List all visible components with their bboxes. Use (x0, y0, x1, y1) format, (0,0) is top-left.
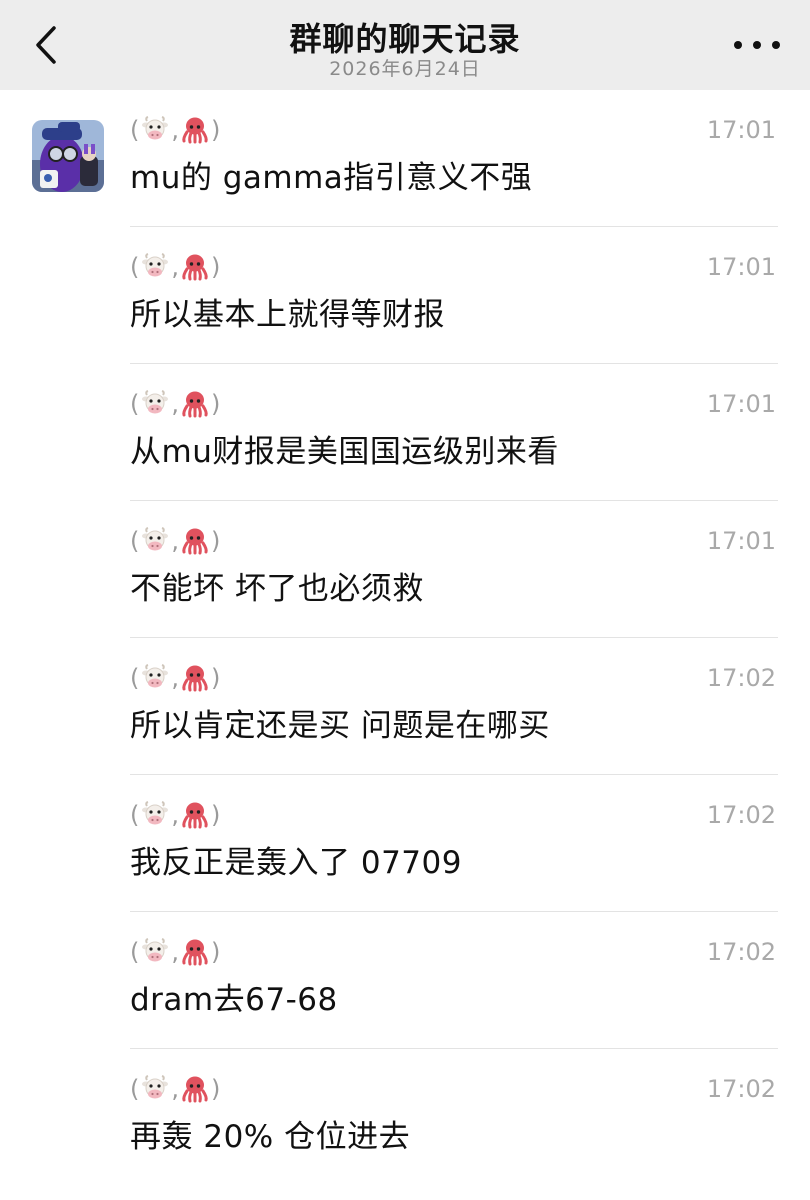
octopus-icon (182, 1076, 208, 1103)
sender-name: (,) (130, 1075, 220, 1103)
sender-separator: , (171, 116, 180, 144)
cow-face-icon (142, 527, 169, 551)
sender-separator: , (171, 664, 180, 692)
cow-face-icon (142, 664, 169, 688)
sender-suffix: ) (211, 664, 221, 692)
sender-prefix: ( (130, 390, 140, 418)
message-time: 17:02 (706, 938, 776, 966)
cow-face-icon (142, 390, 169, 414)
message-divider (130, 637, 778, 638)
message-text: 我反正是轰入了 07709 (130, 845, 462, 881)
octopus-icon (182, 665, 208, 692)
avatar[interactable] (32, 120, 104, 192)
sender-separator: , (171, 938, 180, 966)
message-time: 17:01 (706, 253, 776, 281)
sender-separator: , (171, 253, 180, 281)
more-dot (772, 41, 780, 49)
message-text: dram去67-68 (130, 982, 338, 1018)
nav-bar: 群聊的聊天记录 2026年6月24日 (0, 0, 810, 90)
octopus-icon (182, 939, 208, 966)
sender-suffix: ) (211, 801, 221, 829)
sender-separator: , (171, 527, 180, 555)
sender-name: (,) (130, 253, 220, 281)
sender-suffix: ) (211, 1075, 221, 1103)
message-time: 17:02 (706, 801, 776, 829)
octopus-icon (182, 391, 208, 418)
octopus-icon (182, 528, 208, 555)
message-time: 17:02 (706, 664, 776, 692)
sender-suffix: ) (211, 938, 221, 966)
sender-name: (,) (130, 116, 220, 144)
sender-name: (,) (130, 664, 220, 692)
cow-face-icon (142, 938, 169, 962)
message-time: 17:02 (706, 1075, 776, 1103)
more-dot (753, 41, 761, 49)
message-text: 从mu财报是美国国运级别来看 (130, 434, 559, 470)
sender-suffix: ) (211, 527, 221, 555)
message-divider (130, 500, 778, 501)
sender-name: (,) (130, 938, 220, 966)
sender-suffix: ) (211, 253, 221, 281)
cow-face-icon (142, 253, 169, 277)
cow-face-icon (142, 116, 169, 140)
message-time: 17:01 (706, 116, 776, 144)
message-text: 不能坏 坏了也必须救 (130, 571, 424, 607)
sender-prefix: ( (130, 116, 140, 144)
octopus-icon (182, 254, 208, 281)
sender-prefix: ( (130, 1075, 140, 1103)
sender-suffix: ) (211, 116, 221, 144)
message-text: 再轰 20% 仓位进去 (130, 1119, 411, 1155)
sender-separator: , (171, 1075, 180, 1103)
sender-separator: , (171, 801, 180, 829)
message-divider (130, 226, 778, 227)
octopus-icon (182, 802, 208, 829)
message-time: 17:01 (706, 390, 776, 418)
more-dot (734, 41, 742, 49)
message-text: 所以肯定还是买 问题是在哪买 (130, 708, 550, 744)
octopus-icon (182, 117, 208, 144)
more-button[interactable] (734, 28, 780, 62)
message-divider (130, 363, 778, 364)
sender-prefix: ( (130, 527, 140, 555)
message-divider (130, 911, 778, 912)
sender-name: (,) (130, 527, 220, 555)
sender-name: (,) (130, 801, 220, 829)
message-text: mu的 gamma指引意义不强 (130, 160, 533, 196)
sender-prefix: ( (130, 664, 140, 692)
sender-prefix: ( (130, 938, 140, 966)
message-text: 所以基本上就得等财报 (130, 297, 445, 333)
page-date: 2026年6月24日 (329, 58, 481, 80)
message-divider (130, 774, 778, 775)
sender-suffix: ) (211, 390, 221, 418)
avatar-image (32, 120, 104, 192)
cow-face-icon (142, 801, 169, 825)
message-divider (130, 1048, 778, 1049)
sender-prefix: ( (130, 253, 140, 281)
message-time: 17:01 (706, 527, 776, 555)
sender-separator: , (171, 390, 180, 418)
sender-name: (,) (130, 390, 220, 418)
sender-prefix: ( (130, 801, 140, 829)
cow-face-icon (142, 1075, 169, 1099)
